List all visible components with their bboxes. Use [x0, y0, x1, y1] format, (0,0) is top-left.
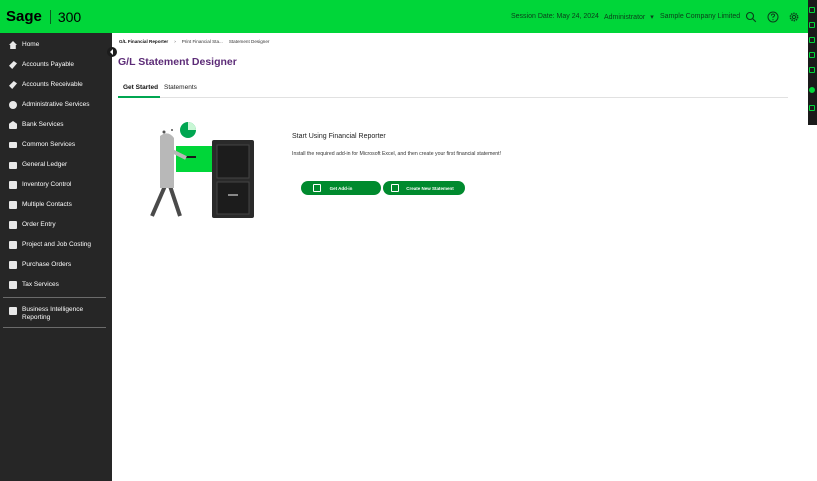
inventory-icon: [9, 181, 17, 189]
search-icon[interactable]: [745, 11, 757, 23]
sidebar-item-label: General Ledger: [22, 161, 68, 168]
sidebar-divider: [3, 327, 106, 328]
purchase-orders-icon: [9, 261, 17, 269]
common-services-icon: [9, 142, 17, 148]
sidebar-item-label: Tax Services: [22, 281, 59, 288]
financial-reporter-illustration: [150, 122, 254, 218]
create-statement-label: Create New Statement: [406, 185, 454, 191]
tool-icon[interactable]: [809, 52, 815, 58]
user-menu[interactable]: Administrator ▾: [604, 13, 654, 21]
collapse-sidebar-button[interactable]: [107, 47, 117, 57]
status-dot-icon: [809, 87, 815, 93]
get-started-description: Install the required add-in for Microsof…: [292, 151, 502, 157]
sidebar-item-bank-services[interactable]: Bank Services: [0, 115, 112, 135]
tab-bar: Get Started Statements: [118, 80, 788, 98]
sidebar-item-label: Order Entry: [22, 221, 56, 228]
sidebar-item-common-services[interactable]: Common Services: [0, 135, 112, 155]
get-addin-button[interactable]: Get Add-in: [301, 181, 381, 195]
sidebar-item-label: Multiple Contacts: [22, 201, 72, 208]
tool-icon[interactable]: [809, 37, 815, 43]
sidebar-item-multiple-contacts[interactable]: Multiple Contacts: [0, 195, 112, 215]
product-name: 300: [57, 8, 82, 25]
contacts-icon: [9, 201, 17, 209]
chevron-down-icon: ▾: [650, 14, 654, 21]
order-entry-icon: [9, 221, 17, 229]
active-tab-indicator: [118, 96, 160, 98]
user-name: Administrator: [604, 14, 646, 21]
breadcrumb-item: Statement Designer: [228, 39, 270, 44]
sidebar-item-label: Bank Services: [22, 121, 64, 128]
breadcrumb-separator: ›: [174, 39, 176, 44]
help-icon[interactable]: [767, 11, 779, 23]
tool-icon[interactable]: [809, 7, 815, 13]
sidebar-item-tax-services[interactable]: Tax Services: [0, 275, 112, 295]
sidebar-item-home[interactable]: Home: [0, 35, 112, 55]
settings-icon[interactable]: [788, 11, 800, 23]
bank-icon: [9, 121, 17, 129]
accounts-payable-icon: [9, 61, 17, 69]
sage-logo[interactable]: Sage 300: [6, 8, 81, 25]
sidebar-item-label: Inventory Control: [22, 181, 72, 188]
sidebar-item-label: Project and Job Costing: [22, 241, 92, 248]
sidebar-item-label: Home: [22, 41, 40, 48]
tool-icon[interactable]: [809, 67, 815, 73]
sidebar-item-administrative-services[interactable]: Administrative Services: [0, 95, 112, 115]
home-icon: [9, 41, 17, 49]
breadcrumb: G/L Financial Reporter › Print Financial…: [119, 39, 269, 44]
add-icon: [313, 184, 321, 192]
tax-icon: [9, 281, 17, 289]
accounts-receivable-icon: [9, 81, 17, 89]
tool-icon[interactable]: [809, 22, 815, 28]
breadcrumb-item[interactable]: Print Financial Sta...: [182, 39, 223, 44]
sidebar-item-business-intelligence[interactable]: Business Intelligence Reporting: [0, 301, 112, 327]
sidebar-item-purchase-orders[interactable]: Purchase Orders: [0, 255, 112, 275]
breadcrumb-item[interactable]: G/L Financial Reporter: [119, 39, 168, 44]
tab-statements[interactable]: Statements: [164, 84, 197, 91]
sidebar-item-label: Administrative Services: [22, 101, 90, 108]
session-date[interactable]: Session Date: May 24, 2024: [511, 13, 599, 20]
side-tool-strip: [808, 0, 817, 125]
sidebar-item-label: Accounts Payable: [22, 61, 75, 68]
page-title: G/L Statement Designer: [118, 56, 237, 68]
sidebar-item-accounts-payable[interactable]: Accounts Payable: [0, 55, 112, 75]
top-bar: Sage 300 Session Date: May 24, 2024 Admi…: [0, 0, 817, 33]
tab-get-started[interactable]: Get Started: [123, 84, 158, 91]
tool-icon[interactable]: [809, 105, 815, 111]
general-ledger-icon: [9, 161, 17, 169]
administrative-services-icon: [9, 101, 17, 109]
project-icon: [9, 241, 17, 249]
get-started-heading: Start Using Financial Reporter: [292, 133, 386, 140]
document-icon: [391, 184, 399, 192]
sidebar-item-label: Purchase Orders: [22, 261, 72, 268]
company-name[interactable]: Sample Company Limited: [660, 13, 740, 20]
create-new-statement-button[interactable]: Create New Statement: [383, 181, 465, 195]
sidebar: Home Accounts Payable Accounts Receivabl…: [0, 33, 112, 481]
sidebar-item-accounts-receivable[interactable]: Accounts Receivable: [0, 75, 112, 95]
get-addin-label: Get Add-in: [329, 185, 353, 191]
sidebar-item-order-entry[interactable]: Order Entry: [0, 215, 112, 235]
sidebar-item-label: Business Intelligence Reporting: [22, 306, 84, 321]
sidebar-item-label: Common Services: [22, 141, 76, 148]
bi-reporting-icon: [9, 307, 17, 315]
sidebar-item-label: Accounts Receivable: [22, 81, 83, 88]
sidebar-item-general-ledger[interactable]: General Ledger: [0, 155, 112, 175]
logo-divider: [49, 9, 51, 24]
sidebar-item-project-job-costing[interactable]: Project and Job Costing: [0, 235, 112, 255]
logo-text: Sage: [6, 8, 42, 25]
sidebar-divider: [3, 297, 106, 298]
sidebar-item-inventory-control[interactable]: Inventory Control: [0, 175, 112, 195]
